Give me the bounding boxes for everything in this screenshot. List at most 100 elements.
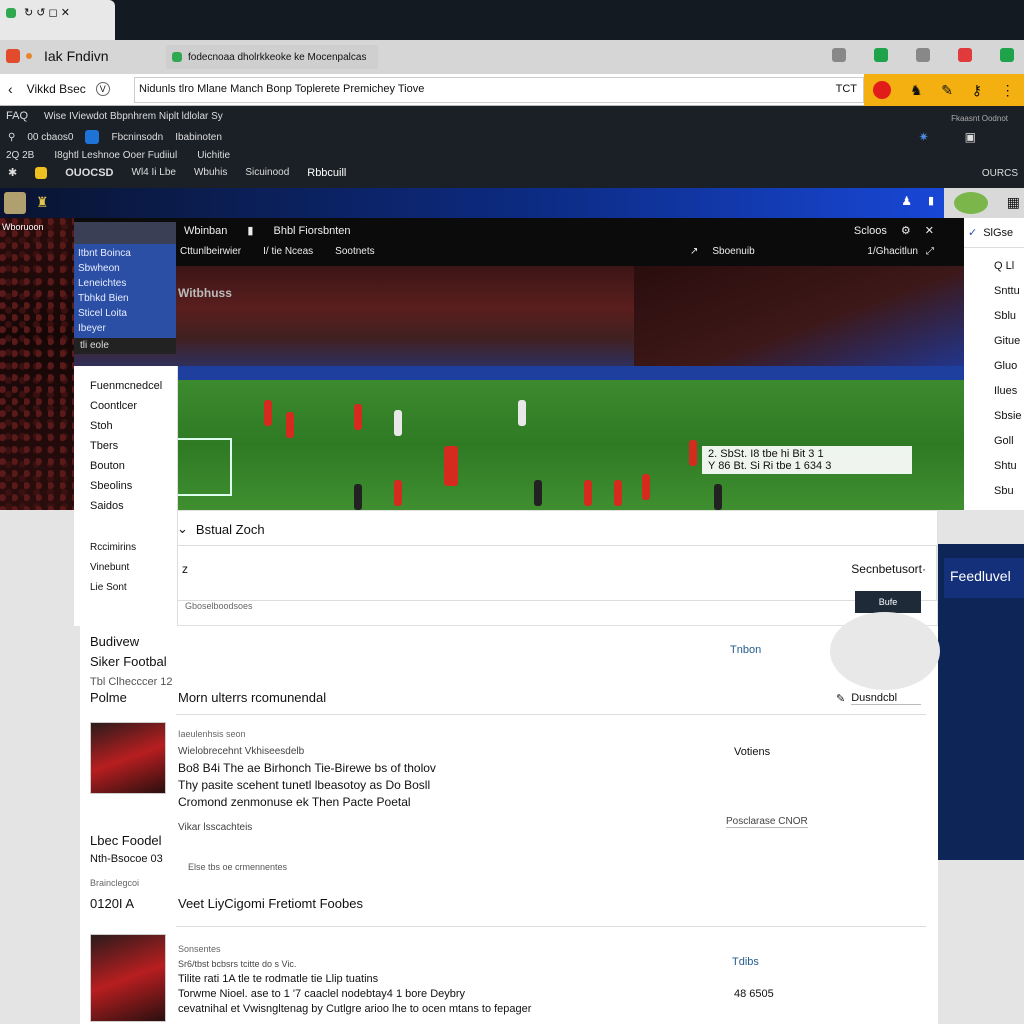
video-menu-item[interactable]: Sbwheon [78,261,172,276]
grid-icon[interactable]: ▦ [1007,194,1020,211]
video-menu-item[interactable]: Ibeyer [78,321,172,336]
nav-section-c[interactable]: Wbuhis [194,167,227,178]
video-sub-b[interactable]: I/ tie Nceas [263,246,313,257]
article-tag-right[interactable]: Posclarase CNOR [726,816,808,828]
site-info-label[interactable]: Vikkd Bsec [27,82,86,96]
right-promo-label[interactable]: Feedluvel [944,558,1024,598]
right-sidebar-item[interactable]: Snttu [994,279,1024,304]
dropdown-item[interactable]: Sbeolins [90,476,177,496]
dropdown-item[interactable]: Lie Sont [90,578,177,598]
video-menu-item[interactable]: Sticel Loita [78,306,172,321]
feed-row-headline[interactable]: Veet LiyCigomi Fretiomt Foobes [178,896,363,911]
video-menu-thumbnail[interactable] [74,222,176,244]
robot-icon[interactable] [832,48,846,62]
shield-v-icon[interactable]: V [95,82,110,96]
brush-icon[interactable]: ✎ [941,82,953,99]
menu-dots-icon[interactable]: ⋮ [1001,82,1015,99]
feed-row-headline[interactable]: Morn ulterrs rcomunendal [178,690,326,705]
comment-header[interactable]: Bstual Zoch [196,522,265,537]
right-sidebar-item[interactable]: Sbsie [994,404,1024,429]
right-sidebar-item[interactable]: Goll [994,429,1024,454]
green-extension-icon[interactable] [1000,48,1014,62]
nav-league-label[interactable]: I8ghtl Leshnoe Ooer Fudiiul [54,150,177,161]
right-sidebar-item[interactable]: Sblu [994,304,1024,329]
video-sub-a[interactable]: Cttunlbeirwier [180,246,241,257]
video-menu-item[interactable]: Tbhkd Bien [78,291,172,306]
feed-row-filter[interactable]: ✎ Dusndcbl [836,692,922,705]
nav-link-secondary[interactable]: Ibabinoten [175,132,222,143]
dropdown-item[interactable]: Stoh [90,416,177,436]
video-sub-c[interactable]: Sootnets [335,246,374,257]
tab-controls-icons[interactable]: ↻ ↺ ◻ ✕ [24,6,70,19]
feed-section-link[interactable]: Tnbon [730,644,761,656]
article-text-line[interactable]: Thy pasite scehent tunetl lbeasotoy as D… [178,777,436,794]
url-field[interactable]: Nidunls tlro Mlane Manch Bonp Toplerete … [134,77,864,103]
play-icon[interactable] [85,130,100,144]
article-text-line[interactable]: Bo8 B4i The ae Birhonch Tie-Birewe bs of… [178,760,436,777]
expand-icon[interactable]: ⤢ [926,246,934,257]
active-tab-title[interactable]: Iak Fndivn [44,48,109,64]
video-title-b[interactable]: Bhbl Fiorsbnten [273,225,350,237]
record-icon[interactable] [873,81,892,99]
chevron-down-icon[interactable]: ⌄ [177,521,188,537]
monitor-icon[interactable]: ▣ [965,130,976,144]
article-side-link[interactable]: Tdibs [732,956,759,968]
right-sidebar-item[interactable]: Sbu [994,479,1024,504]
article-thumbnail[interactable] [90,934,166,1022]
shield-icon[interactable] [874,48,888,62]
article-text-line[interactable]: Cromond zenmonuse ek Then Pacte Poetal [178,794,436,811]
cloud-icon[interactable] [954,192,988,214]
club-crest-icon[interactable] [4,192,26,214]
printer-icon[interactable] [916,48,930,62]
video-title-c[interactable]: Scloos [854,225,887,237]
feed-section-subtitle[interactable]: Siker Footbal [90,652,173,672]
dropdown-item[interactable]: Fuenmcnedcel [90,376,177,396]
dropdown-item[interactable]: Tbers [90,436,177,456]
article-thumbnail[interactable] [90,722,166,794]
right-sidebar-item[interactable]: Shtu [994,454,1024,479]
gear-icon[interactable]: ✷ [919,130,929,144]
video-menu-item[interactable]: Leneichtes [78,276,172,291]
right-sidebar-item[interactable]: Gluo [994,354,1024,379]
bug-icon[interactable]: ✱ [8,166,17,179]
nav-section-b[interactable]: Wl4 Ii Lbe [132,167,176,178]
dropdown-item[interactable]: Saidos [90,496,177,516]
nav-link-primary[interactable]: Fbcninsodn [111,132,163,143]
article-tag[interactable]: Vikar lsscachteis [178,822,252,833]
close-icon[interactable]: ✕ [925,224,934,237]
user-icon[interactable]: ♟ [901,194,912,208]
pin-icon[interactable]: ⚲ [8,132,15,143]
browser-top-tab[interactable]: ↻ ↺ ◻ ✕ [0,0,115,40]
right-sidebar-item[interactable]: Gitue [994,329,1024,354]
lock-icon[interactable]: ▮ [928,194,934,207]
article-text-line[interactable]: Torwme Nioel. ase to 1 '7 caaclel nodebt… [178,987,531,1002]
video-title-a[interactable]: Wbinban [184,225,227,237]
video-sub-e[interactable]: 1/Ghacitlun [867,246,918,257]
video-sub-d[interactable]: Sboenuib [712,246,754,257]
video-menu-item[interactable]: Itbnt Boinca [78,246,172,261]
sort-dropdown[interactable]: Secnbetusort· [851,562,926,576]
nav-section-main[interactable]: OUOCSD [65,167,113,179]
dropdown-item[interactable]: Coontlcer [90,396,177,416]
nav-section-e[interactable]: Rbbcuill [307,167,346,179]
puzzle-icon[interactable]: ♞ [910,82,923,99]
comment-input[interactable]: z Secnbetusort· [177,545,937,601]
feather-icon[interactable]: ↗ [690,246,698,257]
dropdown-item[interactable]: Bouton [90,456,177,476]
article-side-label[interactable]: Votiens [734,746,770,758]
feed-row-filter-text[interactable]: Dusndcbl [851,692,922,705]
right-sidebar-item[interactable]: Q Ll [994,254,1024,279]
back-arrow-icon[interactable]: ‹ [8,81,13,97]
article-text-line[interactable]: Tilite rati 1A tle te rodmatle tie Llip … [178,972,531,987]
dropdown-item[interactable]: Vinebunt [90,558,177,578]
right-sidebar-header[interactable]: SlGse [983,227,1013,239]
star-icon[interactable] [35,166,48,179]
settings-icon[interactable]: ⚙ [901,224,911,237]
key-icon[interactable]: ⚷ [972,82,982,99]
comment-submit-button[interactable]: Bufe [855,591,921,613]
nav-section-d[interactable]: Sicuinood [245,167,289,178]
red-extension-icon[interactable] [958,48,972,62]
article-text-line[interactable]: cevatnihal et Vwisngltenag by Cutlgre ar… [178,1002,531,1017]
right-sidebar-item[interactable]: Ilues [994,379,1024,404]
video-player[interactable]: Wbinban ▮ Bhbl Fiorsbnten Scloos ⚙ ✕ Ctt… [74,218,964,510]
